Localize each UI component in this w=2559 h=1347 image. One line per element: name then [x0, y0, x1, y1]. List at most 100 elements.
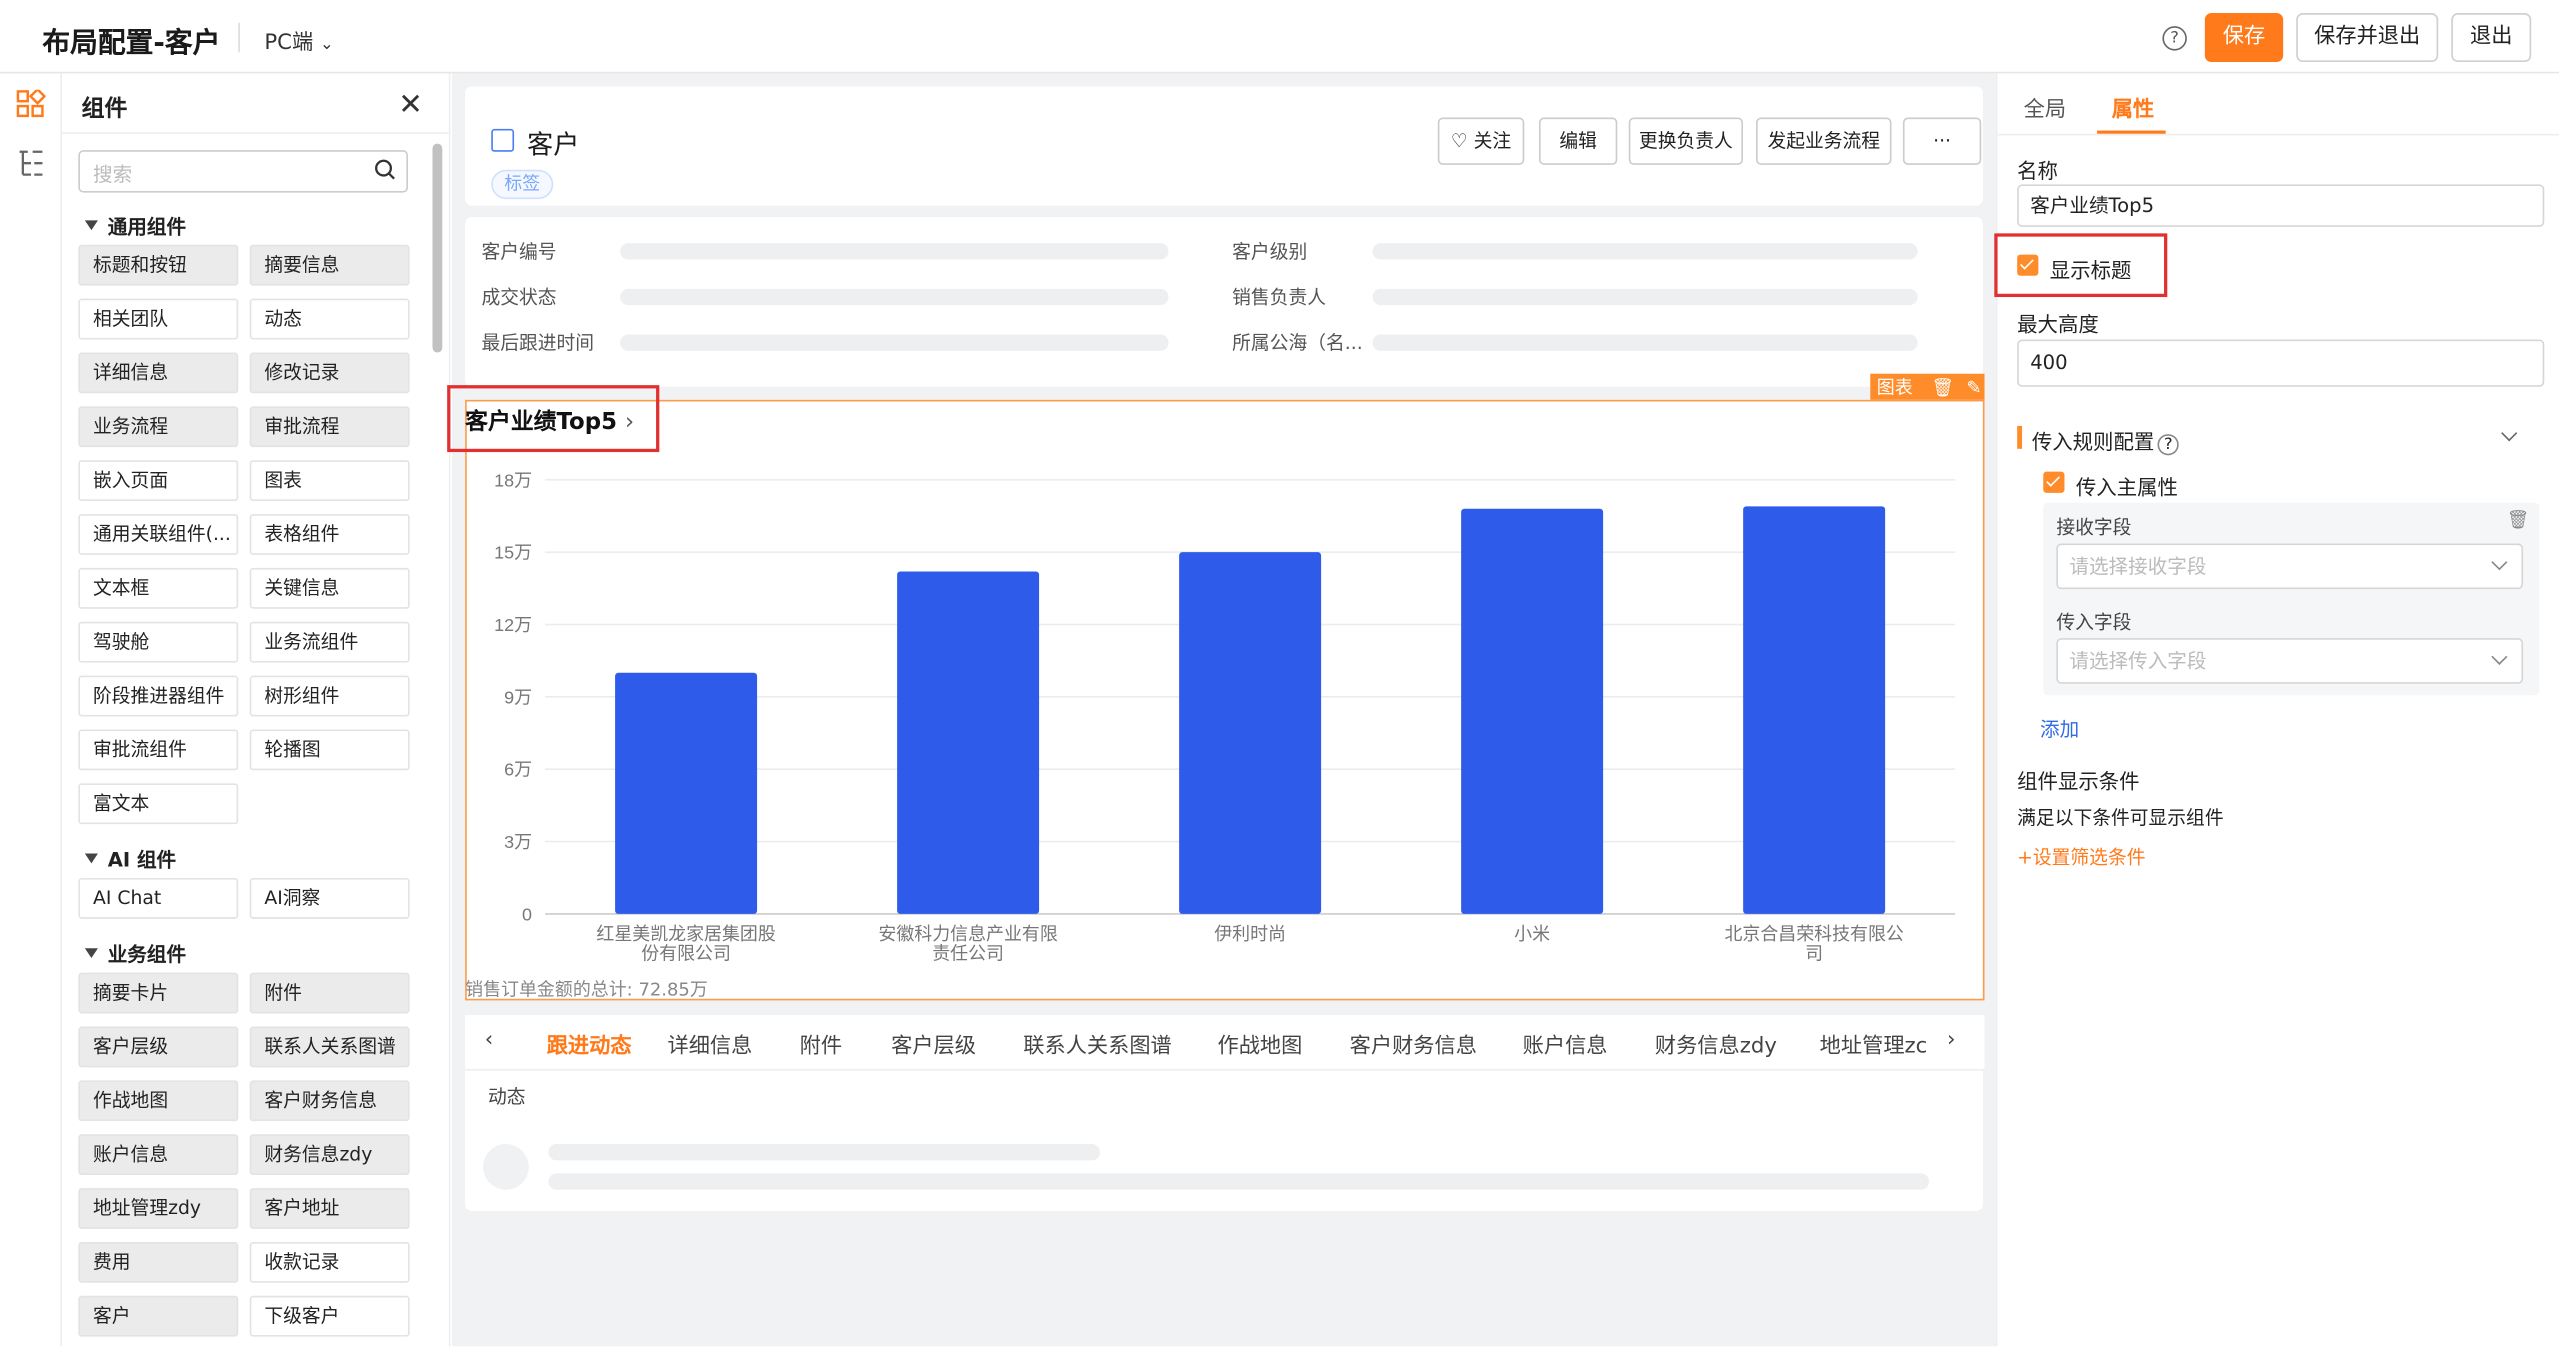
tab-prev-icon[interactable]: ‹: [485, 1028, 493, 1052]
help-icon[interactable]: ?: [2162, 26, 2187, 51]
y-tick-label: 6万: [504, 760, 532, 780]
tab-global[interactable]: 全局: [2024, 91, 2066, 122]
component-item[interactable]: 动态: [249, 298, 410, 340]
scrollbar[interactable]: [432, 143, 443, 353]
component-item[interactable]: 详细信息: [78, 352, 239, 394]
delete-icon[interactable]: 🗑: [1931, 377, 1954, 398]
search-input[interactable]: 搜索: [78, 150, 408, 193]
set-filter-link[interactable]: +设置筛选条件: [2017, 844, 2145, 870]
x-tick-label: 份有限公司: [641, 944, 731, 964]
bar[interactable]: [615, 672, 758, 914]
tab-attributes[interactable]: 属性: [2112, 91, 2154, 122]
tag-badge[interactable]: 标签: [491, 169, 554, 200]
y-tick-label: 0: [522, 904, 532, 924]
component-item[interactable]: 业务流组件: [249, 621, 410, 663]
component-item[interactable]: 客户层级: [78, 1026, 239, 1068]
rule-config-title[interactable]: 传入规则配置?: [2032, 424, 2180, 456]
tab-item[interactable]: 账户信息: [1523, 1028, 1608, 1059]
component-item[interactable]: 账户信息: [78, 1134, 239, 1176]
component-item[interactable]: 审批流程: [249, 406, 410, 448]
component-item[interactable]: 摘要卡片: [78, 972, 239, 1014]
component-item[interactable]: 客户财务信息: [249, 1080, 410, 1122]
component-item[interactable]: 标题和按钮: [78, 244, 239, 286]
tab-item[interactable]: 财务信息zdy: [1655, 1028, 1777, 1059]
component-item[interactable]: 下级客户: [249, 1295, 410, 1337]
component-item[interactable]: 收款记录: [249, 1241, 410, 1283]
component-item[interactable]: 富文本: [78, 783, 239, 825]
record-header-card[interactable]: 客户 标签 ♡ 关注 编辑 更换负责人 发起业务流程 ···: [465, 86, 1983, 206]
action-button[interactable]: 发起业务流程: [1756, 117, 1892, 165]
tab-item[interactable]: 作战地图: [1217, 1028, 1302, 1059]
component-item[interactable]: 联系人关系图谱: [249, 1026, 410, 1068]
tab-item[interactable]: 跟进动态: [547, 1028, 632, 1059]
save-button[interactable]: 保存: [2204, 13, 2284, 63]
component-item[interactable]: AI洞察: [249, 878, 410, 919]
component-item[interactable]: 文本框: [78, 567, 239, 609]
tab-item[interactable]: 详细信息: [667, 1028, 752, 1059]
component-item[interactable]: 图表: [249, 460, 410, 502]
y-tick-label: 18万: [494, 470, 532, 490]
help-icon[interactable]: ?: [2157, 434, 2180, 456]
component-item[interactable]: 财务信息zdy: [249, 1134, 410, 1176]
component-item[interactable]: 表格组件: [249, 514, 410, 555]
component-item[interactable]: 业务流程: [78, 406, 239, 448]
x-tick-label: 红星美凯龙家居集团股: [596, 924, 775, 944]
tab-item[interactable]: 地址管理zc: [1820, 1028, 1928, 1059]
x-tick-label: 责任公司: [932, 944, 1004, 964]
tab-item[interactable]: 联系人关系图谱: [1023, 1028, 1172, 1059]
receive-field-select[interactable]: 请选择接收字段: [2056, 543, 2524, 590]
bar[interactable]: [1179, 552, 1322, 914]
tab-item[interactable]: 客户财务信息: [1350, 1028, 1477, 1059]
component-item[interactable]: 嵌入页面: [78, 460, 239, 502]
add-link[interactable]: 添加: [2040, 715, 2079, 743]
exit-button[interactable]: 退出: [2451, 13, 2532, 63]
component-item[interactable]: 费用: [78, 1241, 239, 1283]
component-item[interactable]: 附件: [249, 972, 410, 1014]
group-title[interactable]: 通用组件: [85, 212, 186, 240]
close-icon[interactable]: ✕: [398, 88, 423, 122]
action-button[interactable]: ···: [1902, 117, 1982, 165]
pass-field-select[interactable]: 请选择传入字段: [2056, 638, 2524, 684]
component-item[interactable]: 轮播图: [249, 729, 410, 771]
chevron-down-icon: [2491, 648, 2508, 665]
components-icon[interactable]: [16, 89, 46, 119]
component-item[interactable]: 审批流组件: [78, 729, 239, 771]
component-item[interactable]: 客户: [78, 1295, 239, 1337]
action-button[interactable]: 更换负责人: [1628, 117, 1743, 165]
component-item[interactable]: 通用关联组件(...: [78, 514, 239, 555]
tab-item[interactable]: 客户层级: [891, 1028, 976, 1059]
group-title[interactable]: 业务组件: [85, 940, 186, 968]
tree-icon[interactable]: [16, 149, 45, 178]
bar[interactable]: [1743, 506, 1886, 914]
field-value-placeholder: [1372, 288, 1918, 306]
component-item[interactable]: 摘要信息: [249, 244, 410, 286]
save-exit-button[interactable]: 保存并退出: [2296, 13, 2439, 63]
component-item[interactable]: 作战地图: [78, 1080, 239, 1122]
tab-item[interactable]: 附件: [800, 1028, 842, 1059]
tab-next-icon[interactable]: ›: [1947, 1028, 1955, 1052]
component-item[interactable]: 相关团队: [78, 298, 239, 340]
component-item[interactable]: 客户地址: [249, 1188, 410, 1229]
max-height-input[interactable]: 400: [2017, 339, 2545, 387]
name-input[interactable]: 客户业绩Top5: [2017, 184, 2545, 227]
component-item[interactable]: 关键信息: [249, 567, 410, 609]
action-button[interactable]: 编辑: [1538, 117, 1618, 165]
action-button[interactable]: ♡ 关注: [1437, 117, 1525, 165]
highlight-box: [447, 385, 660, 453]
component-item[interactable]: 树形组件: [249, 675, 410, 717]
chart-widget[interactable]: 0 3万 6万 9万 12万 15万 18万 红星美凯龙家居集团股 份有限公司 安徽科力信息产业有…: [465, 399, 1985, 1001]
component-item[interactable]: 驾驶舱: [78, 621, 239, 663]
component-item[interactable]: 地址管理zdy: [78, 1188, 239, 1229]
group-title[interactable]: AI 组件: [85, 845, 176, 873]
bar[interactable]: [1461, 508, 1604, 914]
bar[interactable]: [897, 571, 1040, 914]
trash-icon[interactable]: 🗑: [2507, 509, 2530, 530]
edit-icon[interactable]: ✎: [1967, 377, 1982, 398]
component-item[interactable]: AI Chat: [78, 878, 239, 919]
main-attr-checkbox[interactable]: [2043, 471, 2065, 493]
summary-card[interactable]: 客户编号 客户级别 成交状态 销售负责人 最后跟进时间 所属公海（名...: [465, 217, 1983, 387]
component-item[interactable]: 修改记录: [249, 352, 410, 394]
chevron-down-icon[interactable]: [2501, 425, 2518, 442]
platform-select[interactable]: PC端 ⌄: [264, 24, 333, 55]
component-item[interactable]: 阶段推进器组件: [78, 675, 239, 717]
